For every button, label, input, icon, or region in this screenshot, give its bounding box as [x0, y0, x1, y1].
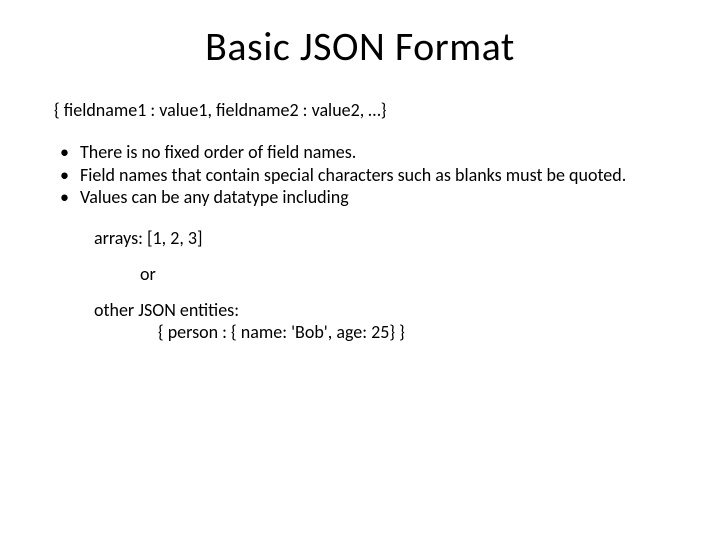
bullet-item: Field names that contain special charact…: [54, 164, 720, 187]
slide: Basic JSON Format { fieldname1 : value1,…: [0, 0, 720, 540]
syntax-line: { fieldname1 : value1, fieldname2 : valu…: [0, 81, 720, 121]
bullet-item: There is no fixed order of field names.: [54, 141, 720, 164]
example-arrays: arrays: [1, 2, 3]: [0, 209, 720, 249]
slide-title: Basic JSON Format: [0, 0, 720, 81]
bullet-list: There is no fixed order of field names. …: [0, 121, 720, 209]
or-text: or: [0, 249, 720, 285]
example-entities-value: { person : { name: 'Bob', age: 25} }: [0, 321, 720, 343]
example-entities-label: other JSON entities:: [0, 285, 720, 321]
bullet-item: Values can be any datatype including: [54, 186, 720, 209]
